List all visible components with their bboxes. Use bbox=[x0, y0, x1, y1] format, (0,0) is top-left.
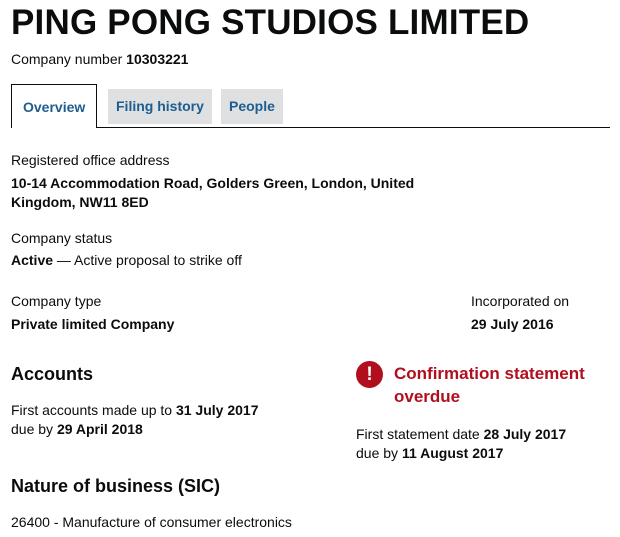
company-number-value: 10303221 bbox=[126, 51, 189, 67]
company-type-label: Company type bbox=[11, 293, 102, 309]
confirmation-due-label: due by bbox=[356, 445, 402, 461]
accounts-due-date: 29 April 2018 bbox=[56, 421, 143, 437]
tab-bar: Overview Filing history People bbox=[11, 84, 610, 128]
accounts-first: First accounts made up to 31 July 2017 bbox=[11, 401, 258, 419]
registered-office-address: 10-14 Accommodation Road, Golders Green,… bbox=[11, 174, 431, 212]
nature-of-business-heading: Nature of business (SIC) bbox=[11, 476, 221, 496]
confirmation-due: due by 11 August 2017 bbox=[356, 444, 503, 462]
confirmation-first-label: First statement date bbox=[356, 426, 484, 442]
company-status-label: Company status bbox=[11, 230, 113, 246]
exclamation-icon: ! bbox=[356, 361, 383, 388]
accounts-due-label: due by bbox=[11, 421, 57, 437]
company-type-value: Private limited Company bbox=[11, 316, 175, 332]
company-name: PING PONG STUDIOS LIMITED bbox=[11, 3, 530, 42]
confirmation-first-date: 28 July 2017 bbox=[483, 426, 567, 442]
accounts-first-date: 31 July 2017 bbox=[175, 402, 259, 418]
tab-overview[interactable]: Overview bbox=[11, 84, 98, 128]
confirmation-first: First statement date 28 July 2017 bbox=[356, 425, 566, 443]
tab-people[interactable]: People bbox=[221, 89, 283, 124]
company-status: Active — Active proposal to strike off bbox=[11, 251, 242, 270]
company-number: Company number 10303221 bbox=[11, 50, 188, 68]
incorporated-label: Incorporated on bbox=[471, 293, 570, 309]
registered-office-line-1: 10-14 Accommodation Road, Golders Green,… bbox=[11, 175, 415, 191]
company-number-label: Company number bbox=[11, 51, 123, 67]
accounts-first-label: First accounts made up to bbox=[11, 402, 176, 418]
tab-bar-divider bbox=[11, 127, 610, 128]
confirmation-overdue-title: Confirmation statement overdue bbox=[394, 364, 585, 406]
registered-office-label: Registered office address bbox=[11, 152, 170, 168]
tab-filing-history[interactable]: Filing history bbox=[108, 89, 212, 124]
accounts-heading: Accounts bbox=[11, 364, 94, 384]
confirmation-due-date: 11 August 2017 bbox=[401, 445, 504, 461]
incorporated-date: 29 July 2016 bbox=[471, 316, 554, 332]
registered-office-line-2: Kingdom, NW11 8ED bbox=[11, 194, 149, 210]
sic-code-item: 26400 - Manufacture of consumer electron… bbox=[11, 514, 292, 530]
company-status-detail: — Active proposal to strike off bbox=[53, 252, 242, 268]
company-status-value: Active bbox=[11, 252, 54, 268]
accounts-due: due by 29 April 2018 bbox=[11, 420, 143, 438]
